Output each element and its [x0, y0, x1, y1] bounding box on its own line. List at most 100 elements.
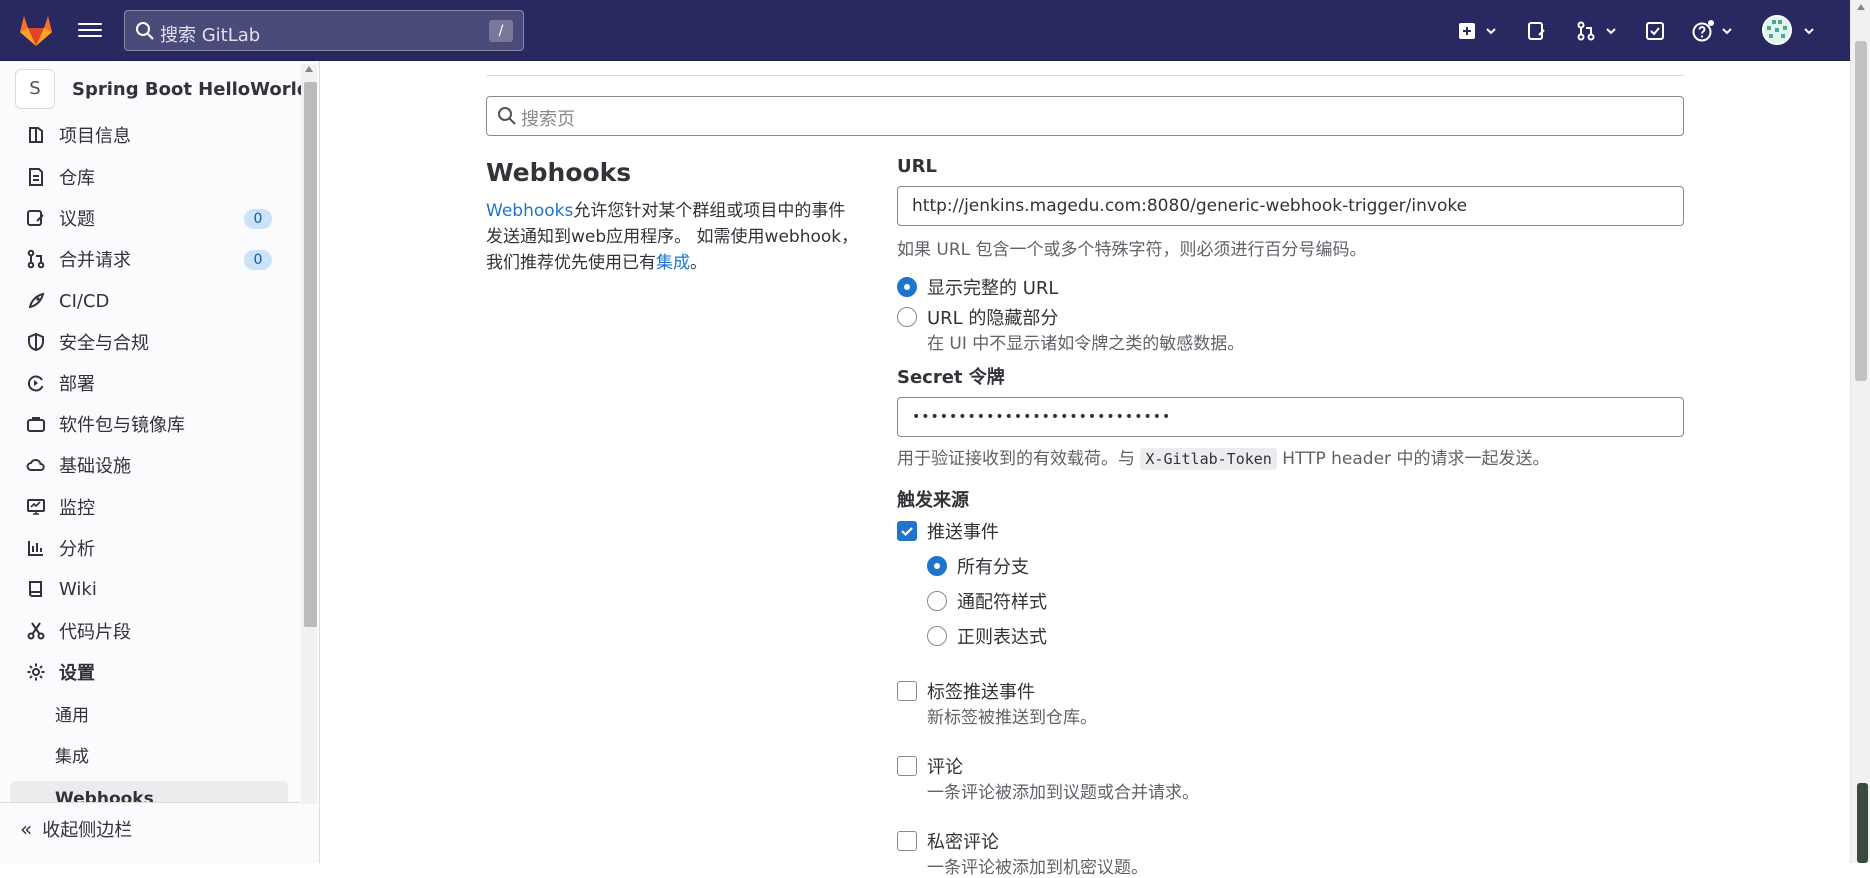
project-header[interactable]: S Spring Boot HelloWorld — [15, 69, 310, 109]
sidebar-item-label: 基础设施 — [59, 456, 131, 477]
checkbox[interactable] — [897, 756, 917, 776]
radio-label: 显示完整的 URL — [927, 278, 1059, 299]
sidebar-item-cicd[interactable]: CI/CD — [10, 283, 288, 319]
sidebar-item-analytics[interactable]: 分析 — [10, 530, 288, 566]
minimap-widget — [1857, 783, 1868, 863]
snippet-icon — [24, 619, 48, 643]
url-help-text: 如果 URL 包含一个或多个特殊字符，则必须进行百分号编码。 — [897, 240, 1367, 260]
radio-button[interactable] — [927, 591, 947, 611]
sidebar-item-issues[interactable]: 议题 0 — [10, 200, 288, 236]
sidebar-item-label: 项目信息 — [59, 126, 131, 147]
checkbox-push-events[interactable]: 推送事件 — [897, 518, 999, 544]
section-description: Webhooks允许您针对某个群组或项目中的事件发送通知到web应用程序。 如需… — [486, 198, 861, 276]
scroll-up-icon[interactable] — [1857, 4, 1865, 10]
sidebar-item-security[interactable]: 安全与合规 — [10, 324, 288, 360]
checkbox-label: 评论 — [927, 757, 963, 778]
checkbox-label: 推送事件 — [927, 522, 999, 543]
help-button[interactable] — [1692, 17, 1734, 45]
page-scrollbar-thumb[interactable] — [1855, 41, 1867, 381]
scroll-up-icon[interactable] — [305, 66, 313, 72]
user-menu-chevron[interactable] — [1802, 17, 1816, 45]
checkbox-comments[interactable]: 评论 — [897, 753, 963, 779]
secret-help-text-end: HTTP header 中的请求一起发送。 — [1282, 449, 1550, 469]
checkbox-checked[interactable] — [897, 521, 917, 541]
chevron-down-icon — [1486, 28, 1496, 35]
collapse-sidebar-button[interactable]: « 收起侧边栏 — [0, 802, 300, 854]
radio-button[interactable] — [927, 626, 947, 646]
sidebar-item-label: 部署 — [59, 374, 95, 395]
chevron-down-icon — [1722, 28, 1732, 35]
monitor-icon — [24, 495, 48, 519]
sidebar-item-packages[interactable]: 软件包与镜像库 — [10, 406, 288, 442]
sidebar-item-monitor[interactable]: 监控 — [10, 489, 288, 525]
sidebar-subitem-integrations[interactable]: 集成 — [10, 736, 288, 772]
sidebar-subitem-general[interactable]: 通用 — [10, 695, 288, 731]
radio-button-selected[interactable] — [897, 277, 917, 297]
radio-show-full-url[interactable]: 显示完整的 URL — [897, 274, 1058, 300]
checkbox[interactable] — [897, 831, 917, 851]
checkbox-private-comments[interactable]: 私密评论 — [897, 828, 999, 854]
sidebar-subitem-label: 通用 — [55, 705, 89, 726]
left-sidebar: S Spring Boot HelloWorld 项目信息 仓库 议题 0 合并… — [0, 61, 320, 863]
radio-all-branches[interactable]: 所有分支 — [927, 553, 1029, 579]
page-scrollbar[interactable] — [1850, 0, 1870, 863]
secret-token-help: 用于验证接收到的有效载荷。与 X-Gitlab-Token HTTP heade… — [897, 444, 1550, 470]
radio-label: 所有分支 — [957, 557, 1029, 578]
todos-button[interactable] — [1645, 17, 1665, 45]
issues-button[interactable] — [1527, 17, 1547, 45]
menu-icon[interactable] — [78, 19, 102, 41]
radio-button[interactable] — [897, 307, 917, 327]
sidebar-item-repository[interactable]: 仓库 — [10, 159, 288, 195]
package-icon — [24, 412, 48, 436]
chevron-down-icon — [1804, 28, 1814, 35]
radio-button-selected[interactable] — [927, 556, 947, 576]
url-label: URL — [897, 156, 937, 177]
secret-token-label: Secret 令牌 — [897, 367, 1005, 388]
gitlab-logo-icon[interactable] — [16, 10, 56, 50]
sidebar-item-label: 合并请求 — [59, 250, 131, 271]
trigger-label: 触发来源 — [897, 490, 969, 511]
sidebar-item-snippets[interactable]: 代码片段 — [10, 613, 288, 649]
project-info-icon — [24, 123, 48, 147]
sidebar-item-label: 议题 — [59, 209, 95, 230]
comments-help: 一条评论被添加到议题或合并请求。 — [927, 783, 1199, 803]
sidebar-scrollbar-thumb[interactable] — [304, 82, 317, 627]
project-name: Spring Boot HelloWorld — [72, 78, 310, 100]
radio-regex[interactable]: 正则表达式 — [927, 623, 1047, 649]
sidebar-item-settings[interactable]: 设置 — [10, 654, 288, 690]
radio-mask-url[interactable]: URL 的隐藏部分 — [897, 304, 1058, 330]
radio-wildcard-pattern[interactable]: 通配符样式 — [927, 588, 1047, 614]
sidebar-item-infrastructure[interactable]: 基础设施 — [10, 447, 288, 483]
private-comments-help: 一条评论被添加到机密议题。 — [927, 858, 1148, 878]
mask-url-help-text: 在 UI 中不显示诸如令牌之类的敏感数据。 — [927, 334, 1245, 354]
checkbox[interactable] — [897, 681, 917, 701]
create-new-button[interactable] — [1458, 17, 1498, 45]
sidebar-subitem-label: 集成 — [55, 746, 89, 767]
check-icon — [901, 527, 913, 537]
divider — [486, 75, 1684, 76]
search-icon — [498, 107, 516, 125]
sidebar-item-wiki[interactable]: Wiki — [10, 571, 288, 607]
secret-token-input[interactable]: •••••••••••••••••••••••••••• — [897, 397, 1684, 437]
gear-icon — [24, 660, 48, 684]
sidebar-item-label: CI/CD — [59, 290, 110, 312]
project-avatar: S — [15, 69, 55, 109]
webhooks-docs-link[interactable]: Webhooks — [486, 201, 573, 221]
description-end: 。 — [690, 253, 707, 273]
settings-search-input[interactable]: 搜索页 — [486, 96, 1684, 136]
url-input[interactable]: http://jenkins.magedu.com:8080/generic-w… — [897, 186, 1684, 226]
plus-square-icon — [1459, 23, 1475, 39]
merge-request-icon — [1577, 21, 1595, 41]
sidebar-item-deployments[interactable]: 部署 — [10, 365, 288, 401]
sidebar-scrollbar[interactable] — [301, 64, 317, 804]
repository-icon — [24, 165, 48, 189]
sidebar-item-project-info[interactable]: 项目信息 — [10, 117, 288, 153]
integrations-link[interactable]: 集成 — [656, 253, 690, 273]
user-avatar[interactable] — [1762, 15, 1792, 45]
merge-requests-button[interactable] — [1576, 17, 1618, 45]
merge-requests-count-badge: 0 — [244, 250, 272, 270]
global-search-input[interactable]: 搜索 GitLab / — [124, 10, 524, 51]
checkbox-tag-push-events[interactable]: 标签推送事件 — [897, 678, 1035, 704]
merge-request-icon — [24, 247, 48, 271]
sidebar-item-merge-requests[interactable]: 合并请求 0 — [10, 241, 288, 277]
